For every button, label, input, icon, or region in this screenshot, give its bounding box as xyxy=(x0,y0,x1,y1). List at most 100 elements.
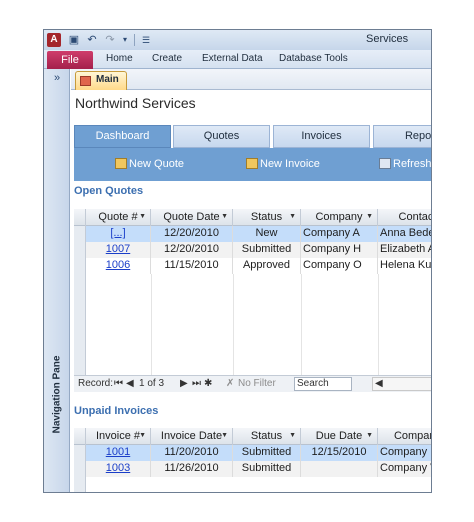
document-tab-main[interactable]: Main xyxy=(75,71,127,90)
quote-date-cell[interactable]: 12/20/2010 xyxy=(151,242,233,258)
select-all-corner[interactable] xyxy=(74,209,86,226)
save-icon[interactable]: ▣ xyxy=(66,33,82,47)
form-tab-control: Dashboard Quotes Invoices Report xyxy=(74,125,431,148)
record-selector-column[interactable] xyxy=(74,226,86,375)
due-date-cell[interactable] xyxy=(301,461,378,477)
table-row[interactable]: 1007 12/20/2010 Submitted Company H Eliz… xyxy=(86,242,431,258)
column-header-invoice-date[interactable]: Invoice Date ▼ xyxy=(151,428,233,445)
company-cell[interactable]: Company A xyxy=(301,226,378,242)
contact-cell[interactable]: Helena Ku xyxy=(378,258,431,274)
quote-date-cell[interactable]: 12/20/2010 xyxy=(151,226,233,242)
status-cell[interactable]: New xyxy=(233,226,301,242)
grid-line xyxy=(151,274,152,375)
new-invoice-label: New Invoice xyxy=(260,158,320,170)
next-record-icon[interactable]: ▶ xyxy=(180,378,188,389)
status-cell[interactable]: Submitted xyxy=(233,242,301,258)
column-header-contact[interactable]: Contact xyxy=(378,209,431,226)
no-filter-icon[interactable]: ✗ xyxy=(226,378,234,389)
navigation-pane[interactable]: » Navigation Pane xyxy=(44,69,70,492)
column-header-company[interactable]: Company xyxy=(378,428,431,445)
sort-dropdown-icon[interactable]: ▼ xyxy=(221,428,228,444)
redo-icon-disabled[interactable]: ↷ xyxy=(102,33,118,47)
refresh-icon xyxy=(379,158,391,169)
first-record-icon[interactable]: ⏮ xyxy=(114,378,123,389)
unpaid-invoices-header: Invoice # ▼ Invoice Date ▼ Status ▼ Due Dat… xyxy=(74,428,431,445)
sort-dropdown-icon[interactable]: ▼ xyxy=(139,209,146,225)
tab-quotes[interactable]: Quotes xyxy=(173,125,270,148)
quote-number-link[interactable]: 1007 xyxy=(86,242,151,258)
filter-button[interactable]: No Filter xyxy=(238,378,276,389)
sort-dropdown-icon[interactable]: ▼ xyxy=(289,209,296,225)
tab-external-data[interactable]: External Data xyxy=(202,53,263,64)
customize-icon[interactable]: ☰ xyxy=(138,33,154,47)
table-row[interactable]: 1006 11/15/2010 Approved Company O Helen… xyxy=(86,258,431,274)
company-cell[interactable]: Company H xyxy=(301,242,378,258)
scroll-left-icon[interactable]: ◀ xyxy=(375,378,383,389)
column-header-due-date[interactable]: Due Date ▼ xyxy=(301,428,378,445)
new-quote-label: New Quote xyxy=(129,158,185,170)
record-selector-column[interactable] xyxy=(74,445,86,492)
company-cell[interactable]: Company O xyxy=(301,258,378,274)
grid-line xyxy=(301,274,302,375)
status-cell[interactable]: Submitted xyxy=(233,461,301,477)
access-window: A ▣ ↶ ↷ ▾ ☰ Services File Home Create Ex… xyxy=(43,29,432,493)
quote-number-link[interactable]: [...] xyxy=(86,226,151,242)
invoice-date-cell[interactable]: 11/26/2010 xyxy=(151,461,233,477)
tab-dashboard[interactable]: Dashboard xyxy=(74,125,171,148)
tab-create[interactable]: Create xyxy=(152,53,182,64)
table-row[interactable]: 1001 11/20/2010 Submitted 12/15/2010 Com… xyxy=(86,445,431,461)
ribbon-tab-bar: File Home Create External Data Database … xyxy=(44,50,431,69)
invoice-number-link[interactable]: 1001 xyxy=(86,445,151,461)
select-all-corner[interactable] xyxy=(74,428,86,445)
status-cell[interactable]: Approved xyxy=(233,258,301,274)
unpaid-invoices-datasheet: Invoice # ▼ Invoice Date ▼ Status ▼ Due Dat… xyxy=(74,428,431,492)
contact-cell[interactable]: Elizabeth A xyxy=(378,242,431,258)
tab-invoices[interactable]: Invoices xyxy=(273,125,370,148)
table-row[interactable]: 1003 11/26/2010 Submitted Company V xyxy=(86,461,431,477)
tab-database-tools[interactable]: Database Tools xyxy=(279,53,348,64)
form-title: Northwind Services xyxy=(75,95,196,111)
refresh-button[interactable]: Refresh xyxy=(379,158,432,170)
form-icon xyxy=(80,76,91,86)
tab-report[interactable]: Report xyxy=(373,125,431,148)
contact-cell[interactable]: Anna Bede xyxy=(378,226,431,242)
column-header-quote-number[interactable]: Quote # ▼ xyxy=(86,209,151,226)
record-label: Record: xyxy=(78,378,114,389)
grid-line xyxy=(233,274,234,375)
table-row[interactable]: [...] 12/20/2010 New Company A Anna Bede xyxy=(86,226,431,242)
previous-record-icon[interactable]: ◀ xyxy=(126,378,134,389)
sort-dropdown-icon[interactable]: ▼ xyxy=(221,209,228,225)
due-date-cell[interactable]: 12/15/2010 xyxy=(301,445,378,461)
sort-dropdown-icon[interactable]: ▼ xyxy=(289,428,296,444)
tab-file[interactable]: File xyxy=(47,51,93,69)
nav-pane-expand-icon[interactable]: » xyxy=(44,72,70,84)
last-record-icon[interactable]: ⏭ xyxy=(192,378,201,389)
status-cell[interactable]: Submitted xyxy=(233,445,301,461)
new-record-icon[interactable]: ✱ xyxy=(204,378,212,389)
column-header-company[interactable]: Company ▼ xyxy=(301,209,378,226)
navigation-pane-label[interactable]: Navigation Pane xyxy=(52,349,63,441)
column-header-status[interactable]: Status ▼ xyxy=(233,209,301,226)
column-header-quote-date[interactable]: Quote Date ▼ xyxy=(151,209,233,226)
sort-dropdown-icon[interactable]: ▼ xyxy=(366,428,373,444)
qat-dropdown-icon[interactable]: ▾ xyxy=(117,33,133,47)
access-app-icon[interactable]: A xyxy=(47,33,61,47)
new-quote-icon xyxy=(115,158,127,169)
search-input[interactable]: Search xyxy=(294,377,352,391)
undo-icon[interactable]: ↶ xyxy=(84,33,100,47)
company-cell[interactable]: Company F xyxy=(378,445,431,461)
refresh-label: Refresh xyxy=(393,158,432,170)
current-record-position[interactable]: 1 of 3 xyxy=(139,378,164,389)
sort-dropdown-icon[interactable]: ▼ xyxy=(139,428,146,444)
quote-number-link[interactable]: 1006 xyxy=(86,258,151,274)
invoice-number-link[interactable]: 1003 xyxy=(86,461,151,477)
invoice-date-cell[interactable]: 11/20/2010 xyxy=(151,445,233,461)
sort-dropdown-icon[interactable]: ▼ xyxy=(366,209,373,225)
quote-date-cell[interactable]: 11/15/2010 xyxy=(151,258,233,274)
new-quote-button[interactable]: New Quote xyxy=(115,158,184,170)
company-cell[interactable]: Company V xyxy=(378,461,431,477)
column-header-invoice-number[interactable]: Invoice # ▼ xyxy=(86,428,151,445)
column-header-status[interactable]: Status ▼ xyxy=(233,428,301,445)
new-invoice-button[interactable]: New Invoice xyxy=(246,158,320,170)
tab-home[interactable]: Home xyxy=(106,53,133,64)
